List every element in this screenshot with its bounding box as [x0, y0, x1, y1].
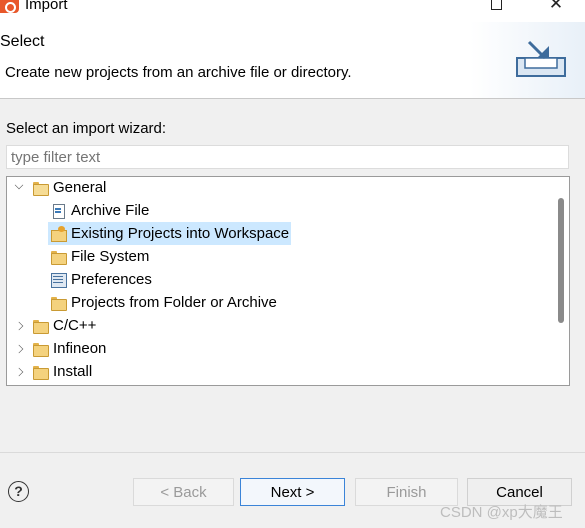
footer-divider	[0, 452, 585, 453]
page-title: Select	[0, 33, 45, 50]
maximize-button[interactable]	[481, 0, 511, 15]
folder-icon	[32, 364, 49, 380]
tree-item-label: File System	[71, 248, 150, 265]
wizard-tree[interactable]: General Archive File Existing Projects i…	[6, 176, 570, 386]
minimize-button[interactable]: —	[425, 0, 455, 8]
app-logo-icon	[0, 0, 19, 13]
import-wizard-label: Select an import wizard:	[6, 120, 167, 137]
folder-icon	[32, 318, 49, 334]
tree-item-label: Infineon	[53, 340, 107, 357]
tree-item-existing-projects[interactable]: Existing Projects into Workspace	[48, 222, 292, 245]
folder-icon	[50, 249, 67, 265]
tree-item-general[interactable]: General	[14, 177, 106, 198]
expand-chevron-icon[interactable]	[14, 180, 24, 190]
tree-item-infineon[interactable]: Infineon	[14, 338, 106, 359]
chevron-right-icon[interactable]	[14, 367, 24, 376]
tree-item-file-system[interactable]: File System	[50, 246, 149, 267]
tree-item-label: Preferences	[71, 271, 152, 288]
tree-item-projects-from-folder[interactable]: Projects from Folder or Archive	[50, 292, 277, 313]
tree-item-preferences[interactable]: Preferences	[50, 269, 152, 290]
back-button[interactable]: < Back	[133, 478, 234, 506]
filter-input[interactable]	[6, 145, 569, 169]
tree-item-label: Archive File	[71, 202, 150, 219]
tree-item-label: C/C++	[53, 317, 97, 334]
scrollbar-thumb[interactable]	[558, 198, 564, 323]
maximize-icon	[490, 0, 502, 10]
wizard-header: Select Create new projects from an archi…	[0, 22, 585, 98]
header-divider	[0, 98, 585, 99]
next-button[interactable]: Next >	[240, 478, 345, 506]
tree-item-cpp[interactable]: C/C++	[14, 315, 96, 336]
help-button[interactable]: ?	[8, 481, 29, 502]
chevron-right-icon[interactable]	[14, 321, 24, 330]
window-title: Import	[25, 0, 68, 13]
tree-item-label: Projects from Folder or Archive	[71, 294, 277, 311]
watermark-text: CSDN @xp大魔王	[440, 504, 563, 521]
window-titlebar: Import — ✕	[0, 0, 585, 22]
tree-item-label: Install	[53, 363, 93, 380]
preferences-icon	[50, 272, 67, 288]
tree-item-label: General	[53, 179, 107, 196]
tree-item-install[interactable]: Install	[14, 361, 92, 382]
folder-icon	[50, 295, 67, 311]
import-wizard-icon	[516, 40, 566, 77]
tree-item-label: Existing Projects into Workspace	[71, 225, 290, 242]
tree-item-archive-file[interactable]: Archive File	[50, 200, 149, 221]
archive-file-icon	[50, 203, 66, 219]
project-folder-icon	[50, 226, 67, 242]
close-button[interactable]: ✕	[541, 0, 571, 14]
chevron-right-icon[interactable]	[14, 344, 24, 353]
page-description: Create new projects from an archive file…	[5, 64, 352, 81]
folder-icon	[32, 341, 49, 357]
folder-open-icon	[32, 180, 49, 196]
